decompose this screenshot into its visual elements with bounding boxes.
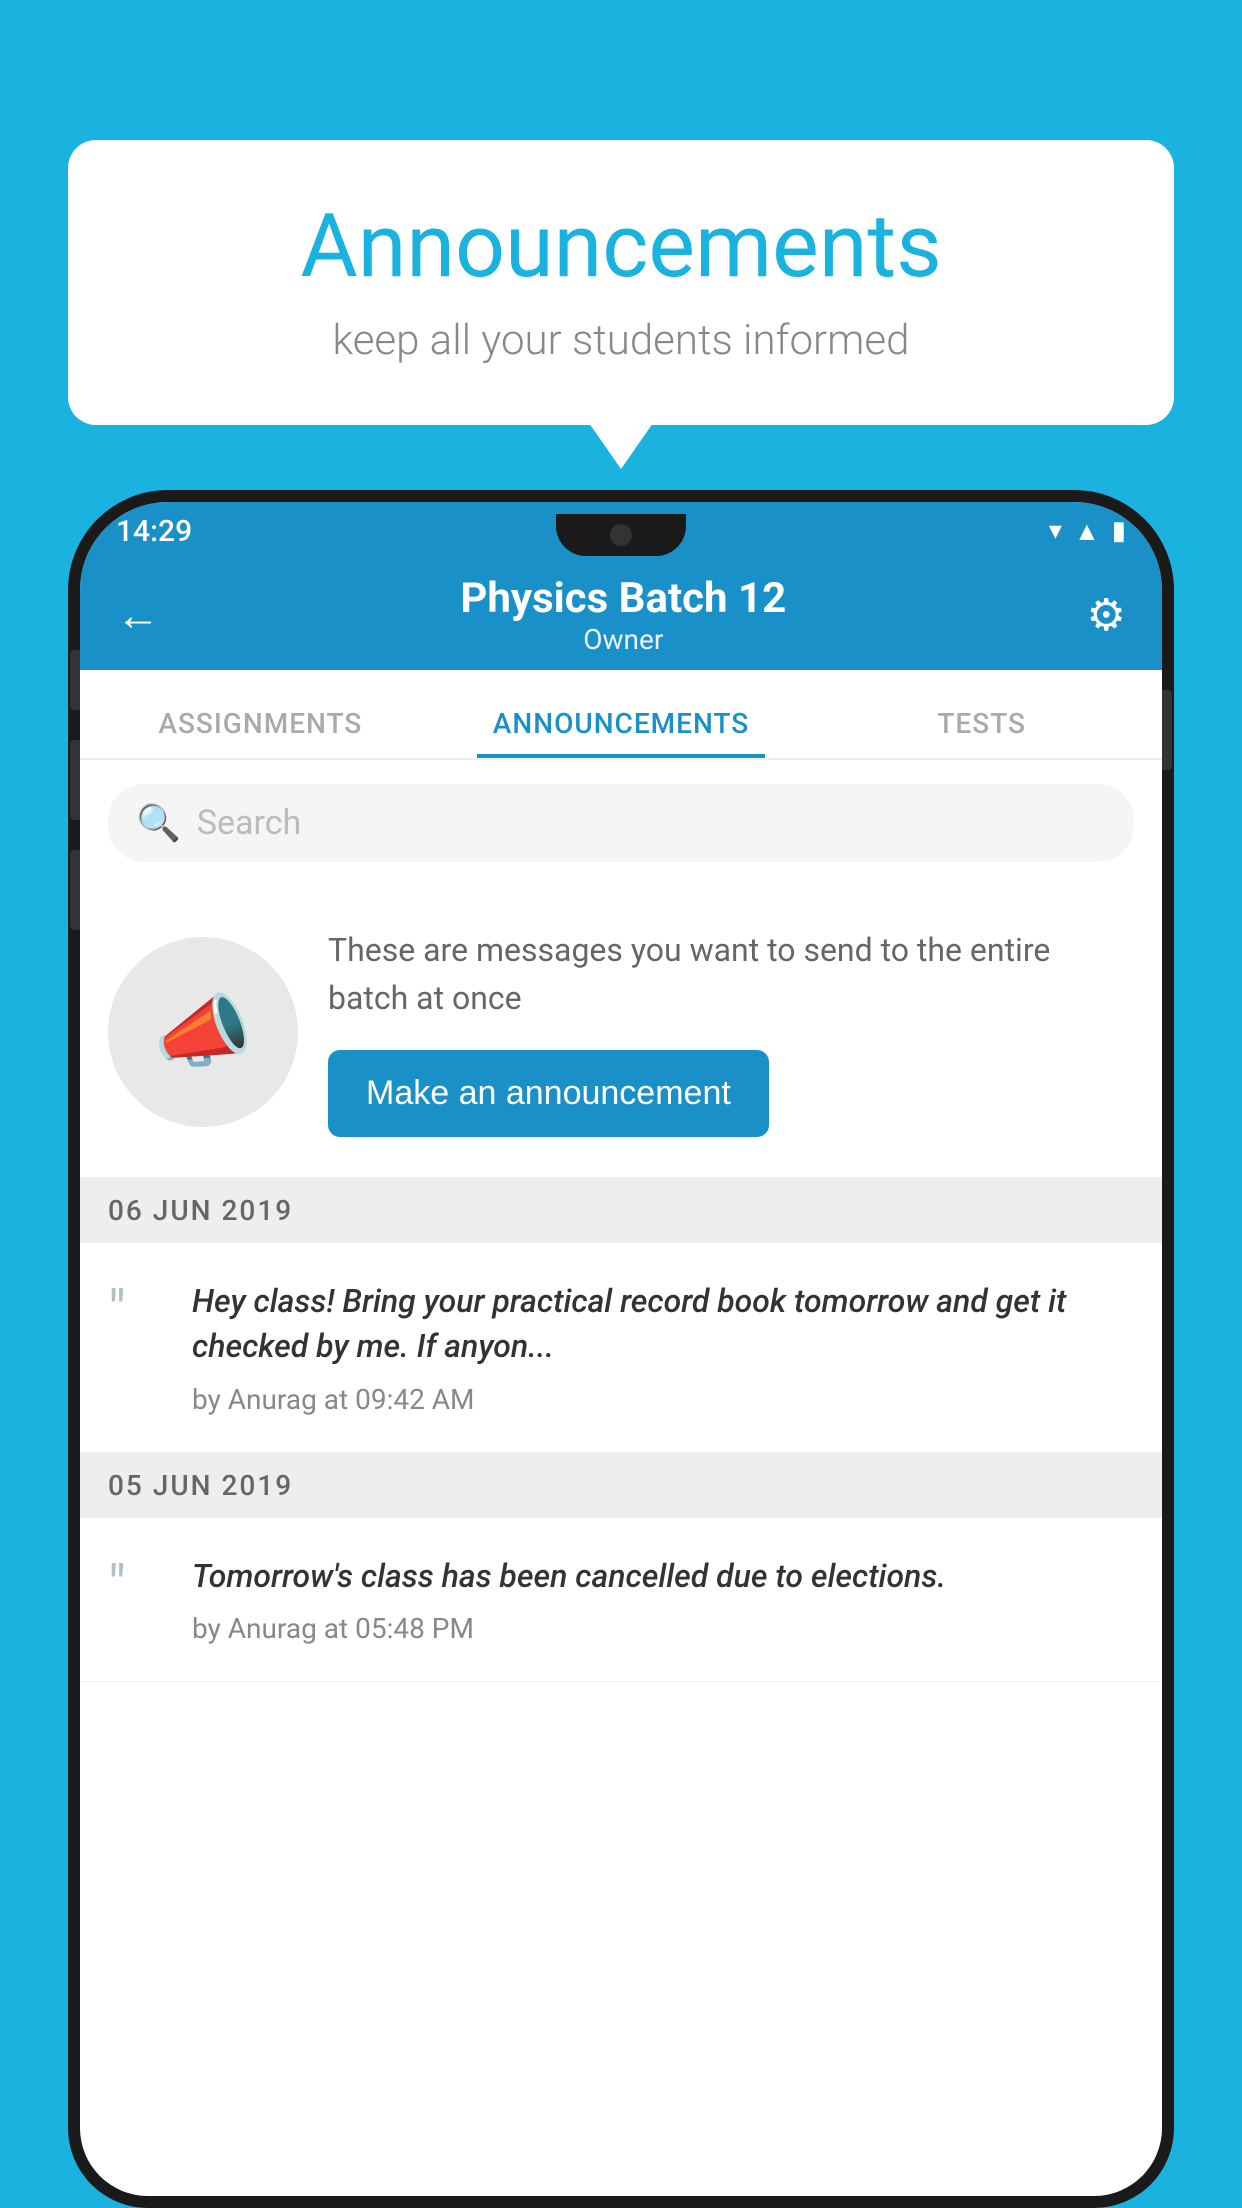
announcement-text-2: Tomorrow's class has been cancelled due … — [192, 1554, 1134, 1599]
announcement-item-2: " Tomorrow's class has been cancelled du… — [80, 1518, 1162, 1683]
mute-button — [70, 650, 80, 710]
quote-icon-2: " — [108, 1558, 168, 1614]
announcement-right: These are messages you want to send to t… — [328, 926, 1134, 1137]
date-separator-2: 05 JUN 2019 — [80, 1453, 1162, 1518]
back-button[interactable]: ← — [116, 589, 160, 641]
volume-down-button — [70, 850, 80, 930]
quote-icon: " — [108, 1283, 168, 1339]
battery-icon: ▮ — [1112, 516, 1126, 546]
search-placeholder: Search — [197, 803, 301, 843]
header-center: Physics Batch 12 Owner — [160, 574, 1087, 656]
bubble-subtitle: keep all your students informed — [128, 316, 1114, 365]
announcement-content-2: Tomorrow's class has been cancelled due … — [192, 1554, 1134, 1646]
make-announcement-button[interactable]: Make an announcement — [328, 1050, 769, 1137]
tab-tests[interactable]: TESTS — [801, 707, 1162, 758]
tab-assignments[interactable]: ASSIGNMENTS — [80, 707, 441, 758]
speech-bubble-container: Announcements keep all your students inf… — [68, 140, 1174, 425]
volume-up-button — [70, 740, 80, 820]
announcement-description: These are messages you want to send to t… — [328, 926, 1134, 1022]
announcement-text-1: Hey class! Bring your practical record b… — [192, 1279, 1134, 1369]
tabs-bar: ASSIGNMENTS ANNOUNCEMENTS TESTS — [80, 670, 1162, 760]
camera — [610, 524, 632, 546]
search-input-wrap[interactable]: 🔍 Search — [108, 784, 1134, 862]
bubble-title: Announcements — [128, 195, 1114, 298]
megaphone-circle: 📣 — [108, 937, 298, 1127]
announcement-item-1: " Hey class! Bring your practical record… — [80, 1243, 1162, 1453]
search-container: 🔍 Search — [80, 760, 1162, 886]
header-subtitle: Owner — [160, 623, 1087, 656]
phone-screen: 14:29 ▾ ▲ ▮ ← Physics Batch 12 Owner ⚙ A… — [80, 502, 1162, 2196]
announcement-content-1: Hey class! Bring your practical record b… — [192, 1279, 1134, 1416]
announcement-meta-2: by Anurag at 05:48 PM — [192, 1612, 1134, 1645]
tab-announcements[interactable]: ANNOUNCEMENTS — [441, 707, 802, 758]
status-icons: ▾ ▲ ▮ — [1049, 516, 1126, 547]
announcement-meta-1: by Anurag at 09:42 AM — [192, 1383, 1134, 1416]
power-button — [1162, 690, 1172, 770]
header-title: Physics Batch 12 — [160, 574, 1087, 623]
signal-icon: ▲ — [1074, 516, 1100, 547]
phone-frame: 14:29 ▾ ▲ ▮ ← Physics Batch 12 Owner ⚙ A… — [68, 490, 1174, 2208]
app-header: ← Physics Batch 12 Owner ⚙ — [80, 560, 1162, 670]
speech-bubble: Announcements keep all your students inf… — [68, 140, 1174, 425]
announcement-placeholder: 📣 These are messages you want to send to… — [80, 886, 1162, 1178]
status-time: 14:29 — [116, 514, 192, 549]
wifi-icon: ▾ — [1049, 516, 1062, 546]
date-separator-1: 06 JUN 2019 — [80, 1178, 1162, 1243]
megaphone-icon: 📣 — [153, 985, 253, 1079]
search-icon: 🔍 — [136, 802, 181, 844]
settings-icon[interactable]: ⚙ — [1087, 589, 1126, 641]
notch — [556, 514, 686, 556]
